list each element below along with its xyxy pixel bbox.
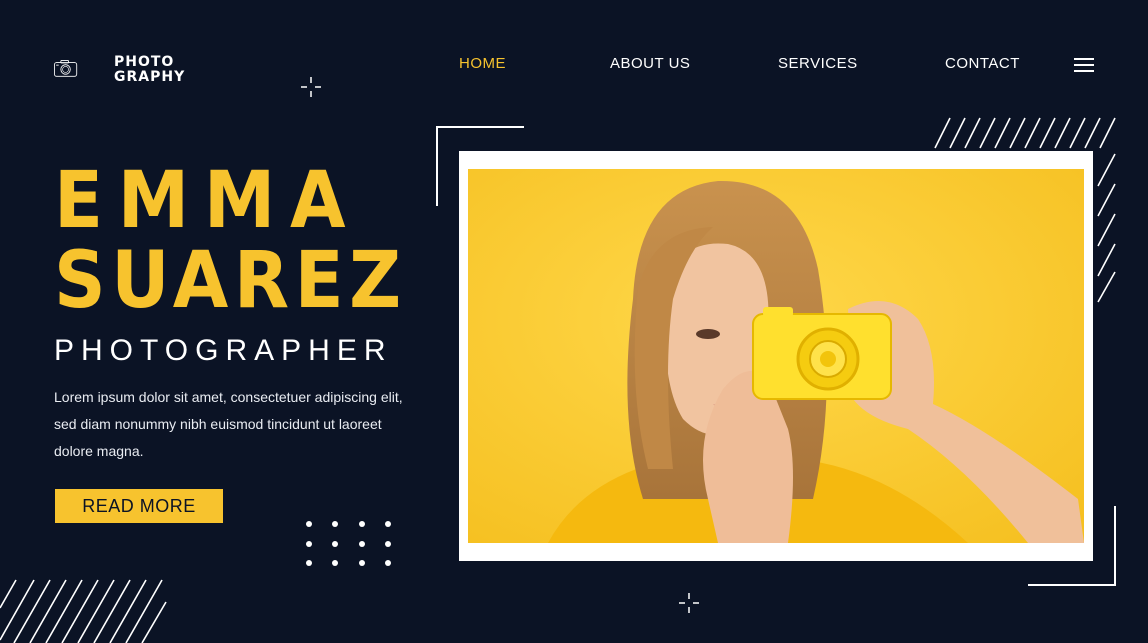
hamburger-icon[interactable] [1074, 58, 1094, 74]
corner-bracket-bottom-right-vertical [1114, 506, 1116, 586]
hero-photo [468, 169, 1084, 543]
hero-first-name: EMMA [54, 156, 361, 246]
hero-last-name: SUAREZ [54, 236, 407, 326]
logo-line-1: PHOTO [114, 54, 175, 70]
hero-description: Lorem ipsum dolor sit amet, consectetuer… [54, 389, 403, 459]
read-more-button[interactable]: READ MORE [55, 489, 223, 523]
nav-services[interactable]: SERVICES [778, 55, 858, 72]
crosshair-decoration [679, 593, 699, 613]
nav-home[interactable]: HOME [459, 55, 506, 72]
crosshair-decoration [301, 77, 321, 97]
camera-icon[interactable] [54, 48, 114, 90]
logo-text[interactable]: PHOTO GRAPHY [114, 55, 185, 85]
corner-bracket-top-left-vertical [436, 126, 438, 206]
hero-role: PHOTOGRAPHER [54, 334, 393, 367]
nav-contact[interactable]: CONTACT [945, 55, 1020, 72]
nav-about-us[interactable]: ABOUT US [610, 55, 690, 72]
diagonal-stripes-decoration [0, 579, 167, 643]
corner-bracket-top-left [436, 126, 524, 128]
logo-line-2: GRAPHY [114, 69, 186, 85]
dot-grid-decoration [306, 521, 391, 566]
corner-bracket-bottom-right [1028, 584, 1116, 586]
